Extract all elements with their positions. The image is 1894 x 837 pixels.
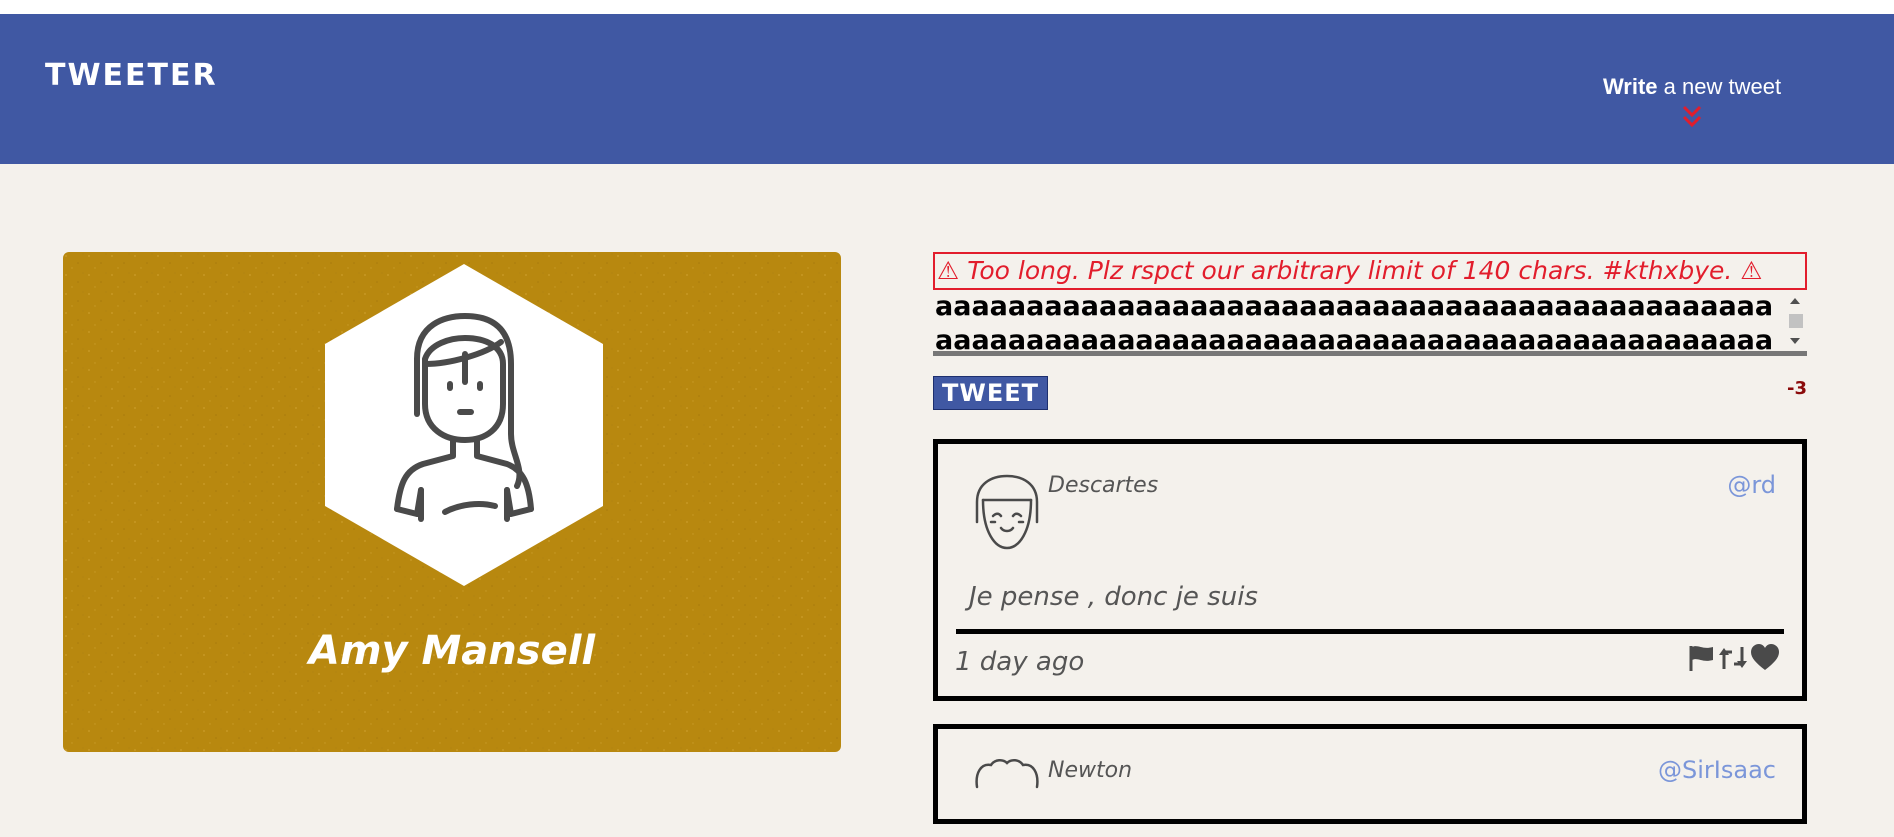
compose-toggle-strong: Write	[1602, 74, 1658, 99]
scroll-up-icon[interactable]	[1790, 298, 1800, 304]
nav-bar: TWEETER Write a new tweet	[0, 14, 1894, 164]
tweet-author: Newton	[1048, 758, 1133, 783]
scroll-down-icon[interactable]	[1790, 338, 1800, 344]
double-chevron-down-icon[interactable]	[1678, 104, 1706, 130]
write-new-tweet-toggle[interactable]: Write a new tweet	[1592, 74, 1792, 130]
brand-logo[interactable]: TWEETER	[45, 58, 218, 93]
tweet-avatar	[975, 759, 1039, 789]
tweet-card: Descartes @rd Je pense , donc je suis 1 …	[933, 439, 1807, 701]
flag-icon[interactable]	[1686, 643, 1716, 673]
heart-icon[interactable]	[1750, 643, 1780, 673]
tweet-actions	[1686, 642, 1780, 674]
profile-name: Amy Mansell	[308, 628, 596, 674]
retweet-icon[interactable]	[1718, 643, 1748, 673]
error-message: ⚠ Too long. Plz rspct our arbitrary limi…	[933, 252, 1807, 290]
tweet-button[interactable]: TWEET	[933, 376, 1049, 410]
top-strip	[0, 0, 1894, 14]
compose-toggle-rest: a new tweet	[1657, 74, 1782, 99]
compose-footer: TWEET -3	[933, 376, 1807, 426]
tweet-content: Je pense , donc je suis	[969, 582, 1258, 612]
compose-area: ⚠ Too long. Plz rspct our arbitrary limi…	[933, 252, 1807, 426]
tweet-author: Descartes	[1048, 473, 1159, 498]
tweet-timestamp: 1 day ago	[955, 647, 1085, 677]
profile-avatar	[325, 264, 603, 586]
tweet-textarea-wrap: aaaaaaaaaaaaaaaaaaaaaaaaaaaaaaaaaaaaaaaa…	[933, 290, 1807, 356]
char-counter: -3	[1787, 378, 1807, 399]
tweet-divider	[956, 629, 1784, 634]
profile-card: Amy Mansell	[63, 252, 841, 752]
tweet-avatar	[975, 474, 1039, 550]
tweet-handle[interactable]: @rd	[1727, 471, 1776, 499]
tweet-textarea[interactable]: aaaaaaaaaaaaaaaaaaaaaaaaaaaaaaaaaaaaaaaa…	[933, 290, 1807, 351]
scroll-thumb[interactable]	[1789, 314, 1803, 328]
tweet-card: Newton @SirIsaac	[933, 724, 1807, 824]
textarea-scrollbar[interactable]	[1785, 296, 1805, 346]
tweet-handle[interactable]: @SirIsaac	[1658, 756, 1776, 784]
